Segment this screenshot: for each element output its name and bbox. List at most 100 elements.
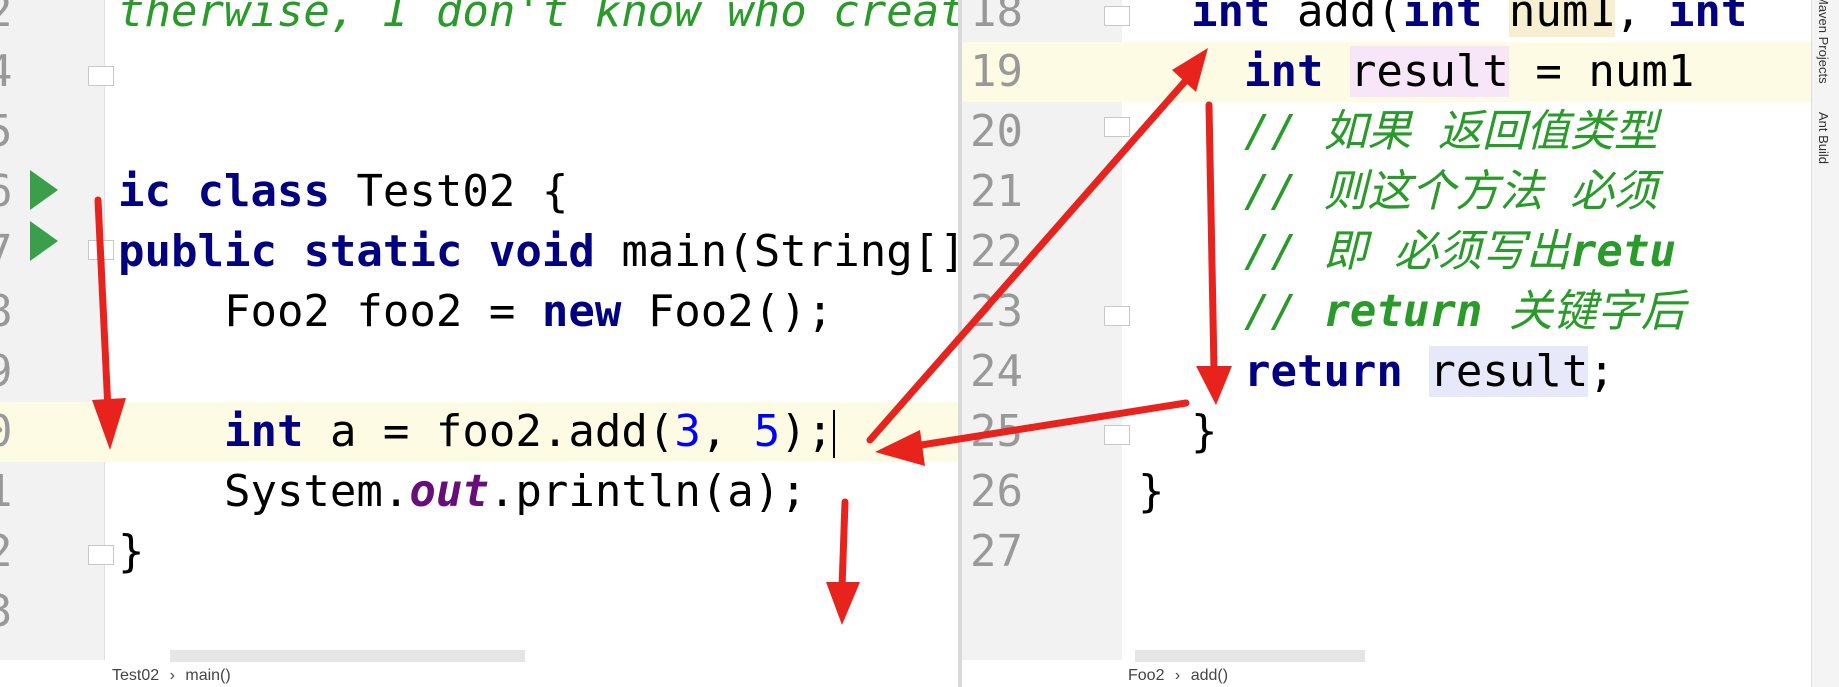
code-text: return result; xyxy=(1138,342,1615,402)
code-token: ; xyxy=(1588,346,1615,397)
code-text: } xyxy=(118,522,145,582)
line-number: 9 xyxy=(0,342,13,402)
code-token: num1 xyxy=(1508,0,1615,37)
code-token: class xyxy=(197,166,357,217)
text-caret xyxy=(833,410,836,458)
breadcrumb-method[interactable]: add() xyxy=(1191,667,1228,684)
code-token: 3 xyxy=(674,406,701,457)
code-token: 关键字后 xyxy=(1482,286,1685,337)
left-horizontal-scrollbar[interactable] xyxy=(170,650,525,662)
code-token: return xyxy=(1243,346,1430,397)
code-token: int xyxy=(1190,0,1297,37)
code-line[interactable]: 8 Foo2 foo2 = new Foo2(); xyxy=(0,282,960,342)
breadcrumb-separator-icon: › xyxy=(169,667,175,684)
line-number: 27 xyxy=(970,526,1023,577)
line-number: 26 xyxy=(970,466,1023,517)
code-line[interactable]: 26} xyxy=(962,462,1812,522)
code-line[interactable]: 2} xyxy=(0,522,960,582)
code-token: Foo2 foo2 = xyxy=(118,286,542,337)
code-token: retu xyxy=(1569,226,1676,277)
code-token: new xyxy=(541,286,648,337)
code-token: result xyxy=(1429,346,1589,397)
line-number: 8 xyxy=(0,282,13,342)
code-line[interactable]: 6 ic class Test02 { xyxy=(0,162,960,222)
code-token: , xyxy=(1614,0,1668,37)
code-text: // 则这个方法 必须 xyxy=(1138,162,1658,222)
code-line[interactable]: 25 } xyxy=(962,402,1812,462)
code-token: out xyxy=(409,466,489,517)
code-token: // xyxy=(1138,286,1324,337)
line-number: 21 xyxy=(970,166,1023,217)
breadcrumb-class[interactable]: Foo2 xyxy=(1128,667,1164,684)
code-text: therwise, I don't know who creat xyxy=(118,0,960,42)
right-breadcrumb: Foo2 › add() xyxy=(1128,664,1234,687)
code-token: int xyxy=(1667,0,1748,37)
maven-projects-tab[interactable]: Maven Projects xyxy=(1816,0,1831,84)
line-number: 6 xyxy=(0,162,13,222)
code-token: System. xyxy=(118,466,410,517)
code-token: ic xyxy=(118,166,198,217)
code-line[interactable]: 23 // return 关键字后 xyxy=(962,282,1812,342)
line-number: 1 xyxy=(0,462,13,522)
code-token: 5 xyxy=(753,406,781,457)
code-token: int xyxy=(1402,0,1509,37)
code-token: Foo2(); xyxy=(647,286,834,337)
code-token: } xyxy=(1138,406,1218,457)
code-line[interactable]: 18 int add(int num1, int xyxy=(962,0,1812,42)
code-line[interactable]: 9 xyxy=(0,342,960,402)
code-token: main(String[] xyxy=(621,226,960,277)
code-line[interactable]: 7 public static void main(String[] xyxy=(0,222,960,282)
code-line[interactable]: 4 xyxy=(0,42,960,102)
code-token: // 如果 返回值类型 xyxy=(1138,106,1658,157)
code-text: // return 关键字后 xyxy=(1138,282,1685,342)
code-line[interactable]: 3 xyxy=(0,582,960,642)
code-text: public static void main(String[] xyxy=(118,222,960,282)
line-number: 4 xyxy=(0,42,13,102)
line-number: 0 xyxy=(0,402,13,462)
code-line[interactable]: 19 int result = num1 xyxy=(962,42,1812,102)
code-line[interactable]: 24 return result; xyxy=(962,342,1812,402)
code-line[interactable]: 0 int a = foo2.add(3, 5); xyxy=(0,402,960,462)
code-line[interactable]: 1 System.out.println(a); xyxy=(0,462,960,522)
code-token: // 即 必须写出 xyxy=(1138,226,1570,277)
line-number: 20 xyxy=(970,106,1023,157)
code-token: int xyxy=(223,406,330,457)
code-text: int result = num1 xyxy=(1138,42,1694,102)
code-text: } xyxy=(1138,402,1218,462)
breadcrumb-method[interactable]: main() xyxy=(185,667,230,684)
left-breadcrumb: Test02 › main() xyxy=(112,664,237,687)
code-line[interactable]: 27 xyxy=(962,522,1812,582)
line-number: 2 xyxy=(0,0,13,42)
tool-window-sidebar: Maven Projects Ant Build xyxy=(1811,0,1839,687)
code-token: a = foo2.add( xyxy=(329,406,675,457)
code-text: // 如果 返回值类型 xyxy=(1138,102,1658,162)
left-editor-pane[interactable]: 2therwise, I don't know who creat456ic c… xyxy=(0,0,960,660)
code-token: return xyxy=(1323,286,1483,337)
code-text: } xyxy=(1138,462,1165,522)
code-line[interactable]: 2 therwise, I don't know who creat xyxy=(0,0,960,42)
right-editor-pane[interactable]: 18 int add(int num1, int 19 int result = … xyxy=(962,0,1812,660)
code-text: // 即 必须写出retu xyxy=(1138,222,1676,282)
code-token: add( xyxy=(1296,0,1403,37)
line-number: 25 xyxy=(970,406,1023,457)
line-number: 3 xyxy=(0,582,13,642)
code-text: ic class Test02 { xyxy=(118,162,568,222)
code-token: result xyxy=(1349,46,1509,97)
breadcrumb-class[interactable]: Test02 xyxy=(112,667,159,684)
code-line[interactable]: 22 // 即 必须写出retu xyxy=(962,222,1812,282)
code-text: int add(int num1, int xyxy=(1138,0,1747,42)
code-token: ); xyxy=(780,406,834,457)
code-text: System.out.println(a); xyxy=(118,462,807,522)
line-number: 18 xyxy=(970,0,1023,37)
line-number: 23 xyxy=(970,286,1023,337)
code-line[interactable]: 5 xyxy=(0,102,960,162)
right-horizontal-scrollbar[interactable] xyxy=(1135,650,1365,662)
code-token: void xyxy=(488,226,622,277)
code-line[interactable]: 21 // 则这个方法 必须 xyxy=(962,162,1812,222)
code-token: // 则这个方法 必须 xyxy=(1138,166,1658,217)
ant-build-tab[interactable]: Ant Build xyxy=(1816,112,1831,164)
line-number: 2 xyxy=(0,522,13,582)
code-line[interactable]: 20 // 如果 返回值类型 xyxy=(962,102,1812,162)
